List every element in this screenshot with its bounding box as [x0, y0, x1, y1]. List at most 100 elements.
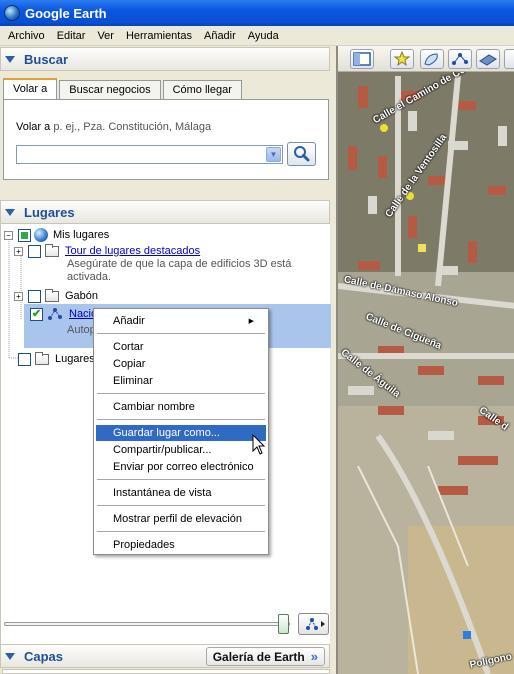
menu-item-propiedades[interactable]: Propiedades	[96, 537, 266, 553]
menu-item-perfil-elevacion[interactable]: Mostrar perfil de elevación	[96, 511, 266, 527]
search-tab-body: Volar a p. ej., Pza. Constitución, Málag…	[3, 99, 329, 180]
earth-gallery-button[interactable]: Galería de Earth »	[205, 647, 325, 666]
menu-item-guardar-lugar[interactable]: Guardar lugar como...	[96, 425, 266, 441]
menu-item-cambiar-nombre[interactable]: Cambiar nombre	[96, 399, 266, 415]
folder-icon	[45, 288, 59, 302]
expand-box-icon[interactable]: +	[14, 246, 23, 256]
collapse-triangle-icon[interactable]	[5, 208, 15, 216]
sidebar-icon	[353, 52, 371, 66]
menu-herramientas[interactable]: Herramientas	[120, 30, 198, 42]
layers-panel-title: Capas	[24, 648, 64, 664]
tour-link[interactable]: Tour de lugares destacados	[65, 245, 200, 257]
menu-item-anadir[interactable]: Añadir ▶	[96, 313, 266, 329]
folder-icon	[45, 243, 59, 257]
menu-item-cortar[interactable]: Cortar	[96, 339, 266, 355]
places-panel-title: Lugares	[24, 204, 75, 220]
menu-item-label: Añadir	[113, 315, 145, 327]
submenu-arrow-icon: ▶	[248, 318, 254, 325]
list-item-mis-lugares[interactable]: − Mis lugares	[4, 227, 109, 243]
selected-place-description: Autop	[67, 324, 96, 336]
visibility-checkbox[interactable]	[28, 289, 41, 303]
google-earth-app-icon	[4, 5, 20, 21]
map-view[interactable]: Calle el Camino de Colm Calle de la Vent…	[336, 46, 514, 674]
menu-ayuda[interactable]: Ayuda	[242, 30, 285, 42]
tour-description-line: activada.	[67, 271, 112, 283]
more-tools-button[interactable]	[504, 49, 514, 69]
play-tour-icon	[306, 618, 325, 630]
folder-icon	[35, 351, 49, 365]
add-path-button[interactable]	[448, 49, 472, 69]
double-chevron-right-icon: »	[310, 649, 318, 664]
list-item-tour[interactable]: + Tour de lugares destacados	[14, 243, 200, 259]
toggle-sidebar-button[interactable]	[350, 49, 374, 69]
context-menu: Añadir ▶ Cortar Copiar Eliminar Cambiar …	[93, 308, 269, 555]
add-polygon-button[interactable]	[420, 49, 444, 69]
chevron-down-icon[interactable]: ▼	[266, 147, 281, 162]
window-title: Google Earth	[25, 5, 107, 21]
tree-label: Mis lugares	[53, 229, 110, 241]
fly-to-hint: p. ej., Pza. Constitución, Málaga	[53, 121, 212, 133]
slider-thumb[interactable]	[278, 614, 289, 634]
menu-editar[interactable]: Editar	[51, 30, 92, 42]
search-box: Volar a Buscar negocios Cómo llegar Vola…	[3, 78, 329, 180]
list-item-lugares-temporales[interactable]: Lugares	[18, 351, 95, 367]
tab-como-llegar[interactable]: Cómo llegar	[162, 80, 242, 99]
menu-separator	[97, 419, 265, 420]
menu-anadir[interactable]: Añadir	[198, 30, 242, 42]
menu-item-instantanea[interactable]: Instantánea de vista	[96, 485, 266, 501]
list-item-gabon[interactable]: + Gabón	[14, 288, 98, 304]
tour-speed-slider[interactable]	[4, 622, 290, 626]
menu-item-copiar[interactable]: Copiar	[96, 356, 266, 372]
visibility-checkbox[interactable]	[28, 244, 41, 258]
visibility-checkbox[interactable]	[18, 352, 31, 366]
fly-to-input[interactable]: ▼	[16, 145, 283, 164]
add-placemark-button[interactable]	[390, 49, 414, 69]
path-icon	[452, 53, 468, 65]
menu-bar: Archivo Editar Ver Herramientas Añadir A…	[0, 26, 514, 46]
tour-description: Asegúrate de que la capa de edificios 3D…	[67, 258, 291, 284]
tab-volar-a[interactable]: Volar a	[3, 78, 58, 99]
fly-to-label-text: Volar a	[16, 121, 51, 133]
visibility-checkbox[interactable]	[30, 307, 43, 321]
menu-item-enviar-correo[interactable]: Enviar por correo electrónico	[96, 459, 266, 475]
tab-buscar-negocios[interactable]: Buscar negocios	[59, 80, 161, 99]
collapse-box-icon[interactable]: −	[4, 230, 13, 240]
satellite-imagery	[338, 46, 514, 674]
collapse-triangle-icon[interactable]	[5, 55, 15, 63]
menu-item-eliminar[interactable]: Eliminar	[96, 373, 266, 389]
search-panel-header[interactable]: Buscar	[0, 47, 330, 71]
menu-separator	[97, 505, 265, 506]
earth-gallery-label: Galería de Earth	[212, 649, 305, 664]
tour-description-line: Asegúrate de que la capa de edificios 3D…	[67, 258, 292, 270]
tree-label: Gabón	[65, 290, 99, 302]
path-icon	[48, 308, 62, 320]
placemark-icon	[393, 50, 411, 67]
polygon-icon	[424, 53, 438, 66]
menu-item-compartir[interactable]: Compartir/publicar...	[96, 442, 266, 458]
search-icon	[294, 146, 310, 162]
fly-to-label: Volar a p. ej., Pza. Constitución, Málag…	[16, 121, 211, 133]
selected-row-line: Nacio	[30, 306, 97, 322]
tree-label: Lugares	[55, 353, 95, 365]
menu-archivo[interactable]: Archivo	[2, 30, 51, 42]
layers-tree	[2, 669, 330, 674]
map-toolbar	[338, 46, 514, 72]
play-tour-button[interactable]	[298, 613, 329, 635]
search-tabs: Volar a Buscar negocios Cómo llegar	[3, 78, 329, 99]
menu-separator	[97, 333, 265, 334]
add-image-overlay-button[interactable]	[476, 49, 500, 69]
places-panel-header[interactable]: Lugares	[0, 200, 330, 224]
menu-separator	[97, 531, 265, 532]
visibility-checkbox[interactable]	[18, 228, 31, 242]
menu-separator	[97, 479, 265, 480]
globe-icon	[34, 228, 48, 242]
title-bar: Google Earth	[0, 0, 514, 26]
search-button[interactable]	[287, 142, 316, 166]
expand-box-icon[interactable]: +	[14, 291, 23, 301]
layers-panel-header[interactable]: Capas Galería de Earth »	[0, 644, 330, 668]
menu-separator	[97, 393, 265, 394]
image-overlay-icon	[479, 54, 497, 66]
mouse-cursor-icon	[252, 434, 266, 455]
menu-ver[interactable]: Ver	[91, 30, 120, 42]
collapse-triangle-icon[interactable]	[5, 652, 15, 660]
